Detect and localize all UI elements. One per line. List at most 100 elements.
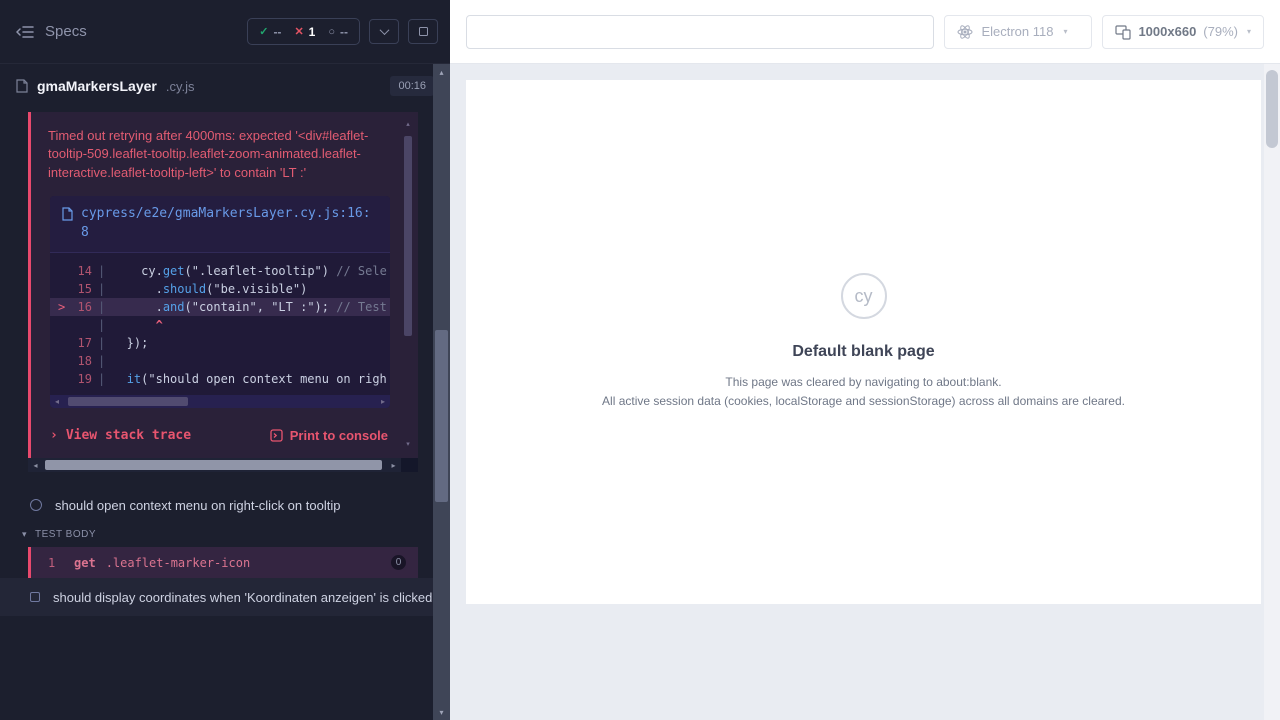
aut-stage: cy Default blank page This page was clea… <box>450 64 1280 720</box>
viewport-size: 1000x660 <box>1138 24 1196 39</box>
console-icon <box>270 429 283 442</box>
view-stack-trace-label: View stack trace <box>66 428 191 443</box>
code-line: | ^ <box>50 316 390 334</box>
code-frame-file-link[interactable]: cypress/e2e/gmaMarkersLayer.cy.js:16:8 <box>50 196 390 253</box>
specs-menu-icon[interactable] <box>16 25 34 39</box>
test-list: should open context menu on right-click … <box>0 486 450 616</box>
viewport-scale: (79%) <box>1203 24 1238 39</box>
run-stats: ✓ -- ✕ 1 ○ -- <box>247 18 360 45</box>
scrollbar-corner <box>401 458 418 472</box>
scroll-track[interactable] <box>64 395 376 408</box>
document-icon <box>62 207 73 221</box>
code-frame-lines: 14| cy.get(".leaflet-tooltip") // Sele15… <box>50 253 390 390</box>
code-line: 18| <box>50 352 390 370</box>
scroll-right-icon[interactable]: ▸ <box>386 458 401 472</box>
blank-page-line1: This page was cleared by navigating to a… <box>725 373 1001 392</box>
spec-name: gmaMarkersLayer <box>37 78 157 94</box>
print-to-console-button[interactable]: Print to console <box>270 428 388 443</box>
viewport-icon <box>1115 24 1131 40</box>
error-vertical-scrollbar[interactable]: ▴ ▾ <box>403 120 413 450</box>
test-pending-icon <box>30 592 40 602</box>
scroll-up-icon[interactable]: ▴ <box>433 64 450 80</box>
error-actions: › View stack trace Print to console <box>50 428 388 443</box>
stat-passed: ✓ -- <box>259 25 281 39</box>
command-row[interactable]: 1 get .leaflet-marker-icon 0 <box>28 547 418 578</box>
reporter-topbar: Specs ✓ -- ✕ 1 ○ -- <box>0 0 450 64</box>
specs-title: Specs <box>45 23 87 40</box>
sidebar-vertical-scrollbar[interactable]: ▴ ▾ <box>433 64 450 720</box>
scroll-track[interactable] <box>43 458 386 472</box>
scroll-track[interactable] <box>433 80 450 704</box>
runner-header: Electron 118 ▾ 1000x660 (79%) ▾ <box>450 0 1280 64</box>
spec-header[interactable]: gmaMarkersLayer .cy.js 00:16 <box>0 64 450 108</box>
cypress-logo: cy <box>841 273 887 319</box>
attempt-horizontal-scrollbar[interactable]: ◂ ▸ <box>28 458 418 472</box>
file-icon <box>16 79 28 93</box>
stat-failed-count: 1 <box>309 25 316 39</box>
scroll-right-icon[interactable]: ▸ <box>376 395 390 408</box>
scroll-track[interactable] <box>403 130 413 440</box>
stop-run-button[interactable] <box>408 19 438 44</box>
aut-iframe: cy Default blank page This page was clea… <box>466 80 1261 604</box>
test-body-toggle[interactable]: ▾ TEST BODY <box>0 524 450 547</box>
check-icon: ✓ <box>259 25 268 38</box>
scroll-thumb[interactable] <box>435 330 448 502</box>
code-frame: cypress/e2e/gmaMarkersLayer.cy.js:16:8 1… <box>50 196 390 408</box>
code-frame-file-text: cypress/e2e/gmaMarkersLayer.cy.js:16:8 <box>81 205 378 243</box>
code-line: 19| it("should open context menu on righ <box>50 370 390 388</box>
stat-passed-count: -- <box>273 25 281 39</box>
chevron-right-icon: › <box>50 428 58 443</box>
app: Specs ✓ -- ✕ 1 ○ -- <box>0 0 1280 720</box>
command-args: .leaflet-marker-icon <box>106 556 251 570</box>
stat-pending: ○ -- <box>328 25 348 39</box>
blank-page-title: Default blank page <box>792 343 934 361</box>
pending-circle-icon: ○ <box>328 26 335 38</box>
test-error-panel: Timed out retrying after 4000ms: expecte… <box>28 112 418 458</box>
test-item-context-menu[interactable]: should open context menu on right-click … <box>0 486 450 524</box>
command-count-badge: 0 <box>391 555 406 570</box>
electron-icon <box>957 24 973 40</box>
scroll-left-icon[interactable]: ◂ <box>28 458 43 472</box>
scroll-up-icon[interactable]: ▴ <box>406 120 410 130</box>
page-vertical-scrollbar[interactable] <box>1264 64 1280 720</box>
browser-label: Electron 118 <box>981 24 1053 39</box>
cypress-logo-text: cy <box>855 286 873 307</box>
code-horizontal-scrollbar[interactable]: ◂ ▸ <box>50 395 390 408</box>
scroll-thumb[interactable] <box>68 397 188 406</box>
spec-timer: 00:16 <box>390 76 434 96</box>
test-body-label: TEST BODY <box>35 529 96 540</box>
code-line: 17| }); <box>50 334 390 352</box>
url-input[interactable] <box>466 15 934 49</box>
scroll-thumb[interactable] <box>1266 70 1278 148</box>
command-number: 1 <box>48 556 74 570</box>
test-item-coordinates[interactable]: should display coordinates when 'Koordin… <box>0 578 450 616</box>
view-stack-trace-link[interactable]: › View stack trace <box>50 428 191 443</box>
browser-select[interactable]: Electron 118 ▾ <box>944 15 1092 49</box>
scroll-down-icon[interactable]: ▾ <box>406 440 410 450</box>
stat-failed: ✕ 1 <box>294 25 315 39</box>
scroll-thumb[interactable] <box>45 460 382 470</box>
stat-pending-count: -- <box>340 25 348 39</box>
viewport-info[interactable]: 1000x660 (79%) ▾ <box>1102 15 1264 49</box>
scroll-left-icon[interactable]: ◂ <box>50 395 64 408</box>
print-to-console-label: Print to console <box>290 428 388 443</box>
runner-main: Electron 118 ▾ 1000x660 (79%) ▾ cy Defau… <box>450 0 1280 720</box>
command-method: get <box>74 556 96 570</box>
code-line: 14| cy.get(".leaflet-tooltip") // Sele <box>50 262 390 280</box>
test-title: should open context menu on right-click … <box>55 497 340 515</box>
code-line: 15| .should("be.visible") <box>50 280 390 298</box>
scroll-down-icon[interactable]: ▾ <box>433 704 450 720</box>
test-running-icon <box>30 499 42 511</box>
x-icon: ✕ <box>294 25 303 38</box>
spec-extension: .cy.js <box>166 79 195 94</box>
chevron-down-icon: ▾ <box>1247 27 1251 36</box>
test-title: should display coordinates when 'Koordin… <box>53 589 432 607</box>
chevron-down-icon: ▾ <box>1063 27 1067 36</box>
collapse-all-button[interactable] <box>369 19 399 44</box>
code-line: >16| .and("contain", "LT :"); // Test <box>50 298 390 316</box>
chevron-down-icon: ▾ <box>22 529 27 540</box>
stop-icon <box>419 27 428 36</box>
chevron-down-icon <box>379 25 389 35</box>
scroll-thumb[interactable] <box>404 136 412 336</box>
blank-page-line2: All active session data (cookies, localS… <box>602 392 1125 411</box>
